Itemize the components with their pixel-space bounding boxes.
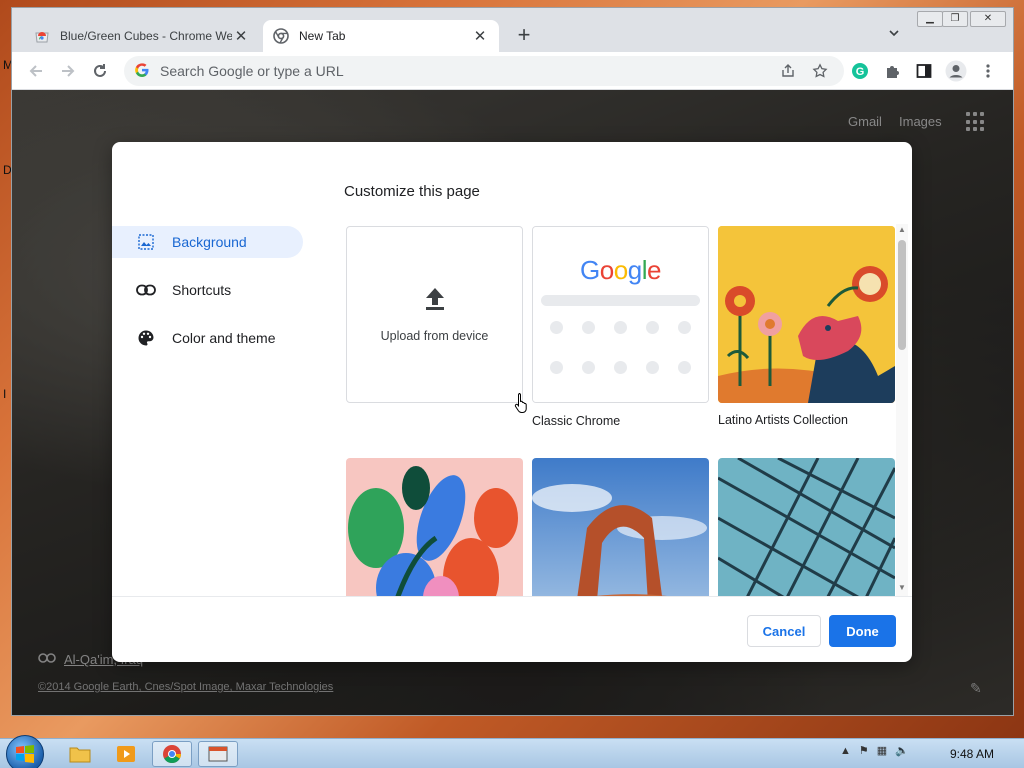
system-tray: ▲ ⚑ ▦ 🔈 [840,744,909,758]
omnibox-input[interactable] [160,63,760,79]
background-grid: Upload from device Google Classic Chrome [344,224,904,596]
search-bar-preview [541,295,700,306]
bookmark-star-icon[interactable] [808,59,832,83]
glass-building-photo [718,458,895,596]
nav-item-shortcuts[interactable]: Shortcuts [112,274,303,306]
flowers-illustration [346,458,523,596]
menu-kebab-icon[interactable] [976,59,1000,83]
folder-icon [69,747,91,763]
chrome-taskbar-button[interactable] [152,741,192,767]
upload-label: Upload from device [380,329,489,343]
upload-arrow-icon [423,286,447,315]
desktop-edge-text: I [3,387,7,401]
action-center-flag-icon[interactable]: ⚑ [859,744,869,757]
tab-chrome-web-store[interactable]: Blue/Green Cubes - Chrome Web Store ✕ [24,20,260,52]
forward-icon[interactable] [56,59,80,83]
classic-chrome-label: Classic Chrome [532,414,621,428]
close-icon[interactable]: ✕ [471,27,489,45]
done-button[interactable]: Done [829,615,896,647]
grammarly-extension-icon[interactable]: G [848,59,872,83]
nav-item-background[interactable]: Background [112,226,303,258]
google-logo: Google [580,255,661,285]
window-app-icon [208,746,228,762]
nav-label: Color and theme [172,330,276,346]
explorer-taskbar-button[interactable] [60,741,100,767]
nav-label: Background [172,234,247,250]
nav-item-color-theme[interactable]: Color and theme [112,322,303,354]
landscape-arch-tile[interactable] [532,458,709,596]
tab-new-tab[interactable]: New Tab ✕ [263,20,499,52]
dialog-title: Customize this page [344,183,480,200]
app-taskbar-button[interactable] [198,741,238,767]
taskbar-clock[interactable]: 9:48 AM [950,747,994,761]
dialog-footer: Cancel Done [112,596,912,662]
dialog-scrollbar[interactable]: ▲ ▼ [896,224,908,596]
side-panel-icon[interactable] [912,59,936,83]
svg-text:G: G [856,66,865,78]
arch-photo [532,458,709,596]
volume-icon[interactable]: 🔈 [895,744,909,757]
shortcut-dots-preview [550,321,691,374]
image-icon [136,232,156,252]
nav-label: Shortcuts [172,282,232,298]
omnibox[interactable] [124,56,844,86]
tray-expand-icon[interactable]: ▲ [840,745,851,757]
media-player-taskbar-button[interactable] [106,741,146,767]
palette-icon [136,328,156,348]
tab-title: Blue/Green Cubes - Chrome Web Store [60,29,232,43]
media-player-icon [117,746,135,762]
scroll-down-icon[interactable]: ▼ [898,584,906,592]
tab-strip: Blue/Green Cubes - Chrome Web Store ✕ Ne… [12,8,1013,52]
web-store-icon [34,28,50,44]
art-tile-flowers[interactable] [346,458,523,596]
chrome-logo-icon [163,745,181,763]
google-g-icon [134,62,150,81]
toolbar: G [12,52,1013,90]
architecture-tile[interactable] [718,458,895,596]
start-button[interactable] [6,735,44,768]
scroll-up-icon[interactable]: ▲ [898,226,906,234]
new-tab-button[interactable]: + [512,24,536,48]
latino-artists-illustration [718,226,895,403]
close-icon[interactable]: ✕ [232,27,250,45]
tab-search-chevron-icon[interactable] [884,26,904,46]
tab-title: New Tab [299,29,346,43]
hand-cursor-icon [514,393,527,413]
latino-artists-tile[interactable] [718,226,895,403]
reload-icon[interactable] [88,59,112,83]
profile-avatar-icon[interactable] [944,59,968,83]
network-icon[interactable]: ▦ [877,744,887,757]
chrome-icon [273,28,289,44]
upload-from-device-tile[interactable]: Upload from device [346,226,523,403]
extensions-puzzle-icon[interactable] [881,59,905,83]
scroll-thumb[interactable] [898,240,906,350]
latino-artists-label: Latino Artists Collection [718,413,848,427]
customize-dialog: Customize this page Background Shortcuts… [112,142,912,662]
windows-logo-icon [16,745,34,763]
cancel-button[interactable]: Cancel [747,615,821,647]
taskbar: ▲ ⚑ ▦ 🔈 9:48 AM [0,735,1024,768]
back-icon[interactable] [24,59,48,83]
classic-chrome-tile[interactable]: Google [532,226,709,403]
minimize-button[interactable]: ▁ [917,11,943,27]
link-icon [136,280,156,300]
close-window-button[interactable]: ✕ [970,11,1006,27]
share-icon[interactable] [776,59,800,83]
restore-button[interactable]: ❐ [942,11,968,27]
